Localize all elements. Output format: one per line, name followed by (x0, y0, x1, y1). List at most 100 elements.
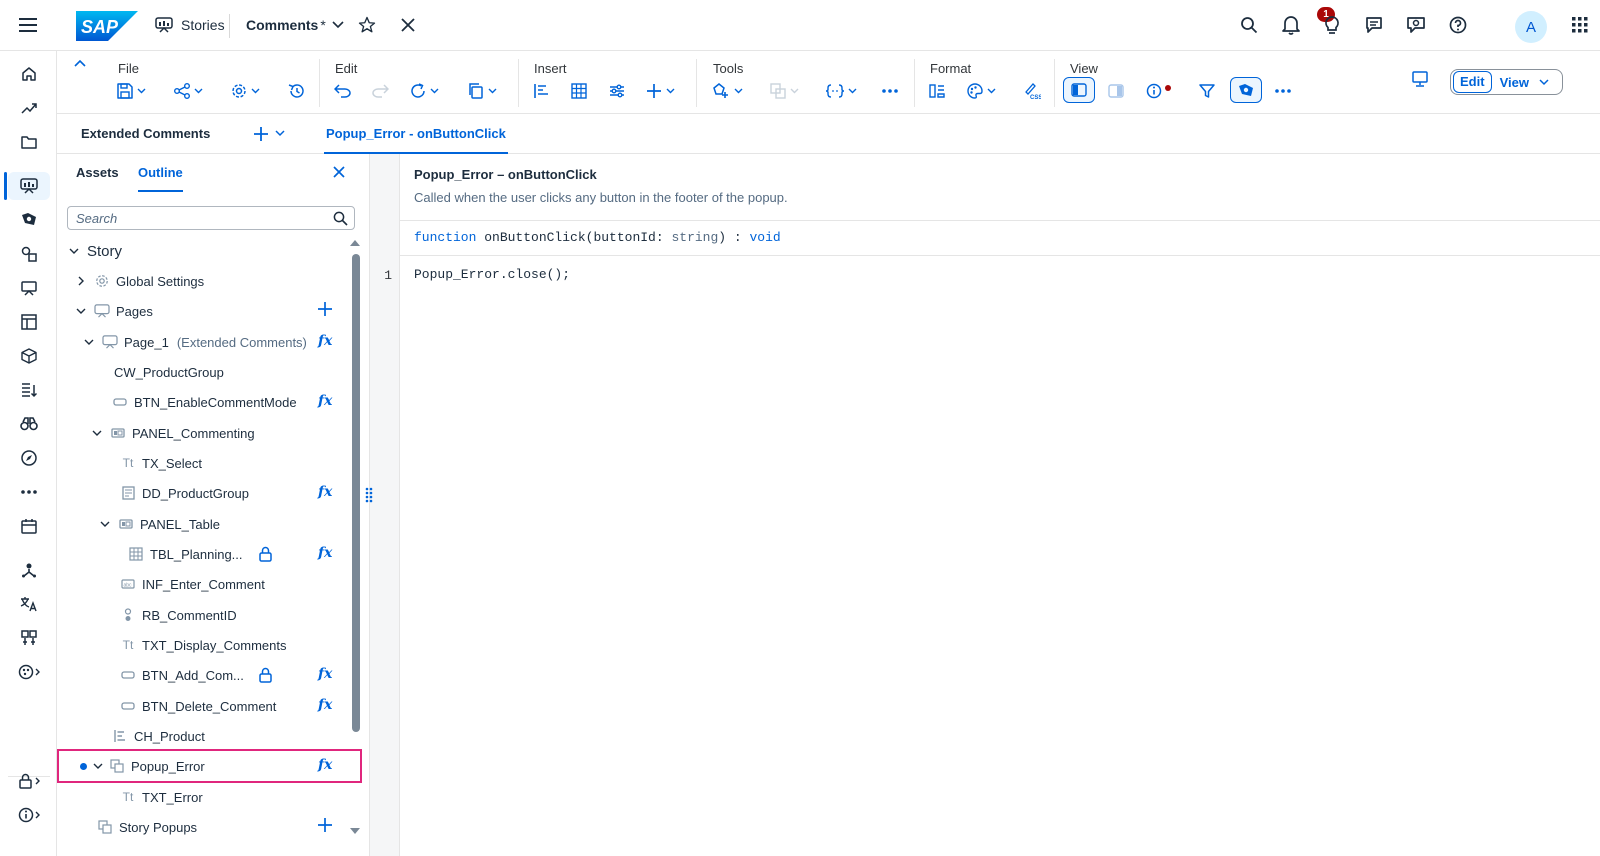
chevron-down-icon[interactable] (90, 430, 104, 436)
insert-chart-button[interactable] (534, 79, 550, 103)
favorite-star-icon[interactable] (352, 10, 382, 40)
pages-chevron-down-icon[interactable] (275, 130, 285, 137)
folder-icon[interactable] (14, 127, 44, 157)
version-history-button[interactable] (288, 79, 305, 103)
chevron-down-icon[interactable] (67, 248, 81, 254)
tree-item-txt-error[interactable]: Tt TXT_Error (57, 782, 350, 812)
tree-item-inf-enter-comment[interactable]: abc INF_Enter_Comment (57, 569, 350, 599)
transport-icon[interactable] (14, 623, 44, 653)
scroll-up-arrow-icon[interactable] (350, 240, 360, 246)
outline-scrollbar-thumb[interactable] (352, 254, 360, 732)
scripting-variable-button[interactable] (826, 79, 857, 103)
tree-item-dd-productgroup[interactable]: DD_ProductGroup fx (57, 478, 350, 508)
stories-nav-icon[interactable] (14, 171, 44, 201)
chevron-right-icon[interactable] (74, 276, 88, 286)
undo-button[interactable] (334, 79, 351, 103)
edit-mode-button[interactable]: Edit (1453, 71, 1492, 93)
script-fx-icon[interactable]: fx (318, 393, 332, 409)
tree-item-btn-enablecommentmode[interactable]: BTN_EnableCommentMode fx (57, 387, 350, 417)
tree-item-btn-delete-comment[interactable]: BTN_Delete_Comment fx (57, 691, 350, 721)
tree-item-global-settings[interactable]: Global Settings (57, 266, 350, 296)
script-fx-icon[interactable]: fx (318, 333, 332, 349)
collapse-toolbar-chevron-up-icon[interactable] (74, 59, 86, 67)
script-fx-icon[interactable]: fx (318, 545, 332, 561)
translate-icon[interactable] (14, 589, 44, 619)
analytic-application-icon[interactable] (14, 204, 44, 234)
tree-item-pages[interactable]: Pages (57, 296, 350, 326)
tree-item-tx-select[interactable]: Tt TX_Select (57, 448, 350, 478)
feedback-icon[interactable] (1401, 10, 1431, 40)
scripting-toggle-button[interactable] (1230, 77, 1262, 103)
palette-expand-icon[interactable] (14, 657, 44, 687)
tree-item-tbl-planning[interactable]: TBL_Planning... fx (57, 539, 350, 569)
right-panel-toggle-button[interactable] (1108, 79, 1124, 103)
chevron-down-icon[interactable] (74, 308, 88, 314)
filter-button[interactable] (1199, 79, 1215, 103)
view-more-button[interactable] (1275, 79, 1291, 103)
sap-logo[interactable]: SAP (76, 11, 138, 41)
model-cube-icon[interactable] (14, 341, 44, 371)
save-menu-button[interactable] (117, 79, 146, 103)
document-title-menu[interactable]: Comments * (246, 17, 344, 33)
css-editor-button[interactable]: CSS (1023, 79, 1041, 103)
add-data-tools-button[interactable] (712, 79, 743, 103)
insert-add-menu-button[interactable] (646, 79, 675, 103)
script-fx-icon[interactable]: fx (318, 484, 332, 500)
notifications-bell-icon[interactable] (1276, 10, 1306, 40)
layout-format-button[interactable] (929, 79, 945, 103)
security-lock-icon[interactable] (14, 766, 44, 796)
tree-item-txt-display-comments[interactable]: Tt TXT_Display_Comments (57, 630, 350, 660)
lock-icon[interactable] (259, 546, 272, 562)
insert-table-button[interactable] (571, 79, 587, 103)
presentation-icon[interactable] (14, 273, 44, 303)
stories-link[interactable]: Stories (155, 17, 225, 33)
tree-item-btn-add-comment[interactable]: BTN_Add_Com... fx (57, 660, 350, 690)
tab-outline[interactable]: Outline (138, 165, 183, 192)
data-import-icon[interactable] (14, 375, 44, 405)
info-expand-icon[interactable] (14, 800, 44, 830)
copy-to-button[interactable] (770, 79, 799, 103)
view-mode-button[interactable]: View (1492, 75, 1555, 90)
settings-menu-button[interactable] (231, 79, 260, 103)
outline-search-input[interactable] (68, 207, 328, 230)
help-icon[interactable] (1443, 10, 1473, 40)
chevron-down-icon[interactable] (98, 521, 112, 527)
tree-item-panel-commenting[interactable]: PANEL_Commenting (57, 418, 350, 448)
product-switch-grid-icon[interactable] (1565, 10, 1595, 40)
script-fx-icon[interactable]: fx (318, 697, 332, 713)
tree-item-story-popups[interactable]: Story Popups (57, 812, 350, 842)
add-page-plus-icon[interactable] (254, 127, 268, 141)
chevron-down-icon[interactable] (82, 339, 96, 345)
tree-item-panel-table[interactable]: PANEL_Table (57, 509, 350, 539)
more-horizontal-icon[interactable] (14, 477, 44, 507)
share-menu-button[interactable] (174, 79, 203, 103)
home-icon[interactable] (14, 59, 44, 89)
info-panel-button[interactable] (1146, 79, 1172, 103)
lock-icon[interactable] (259, 667, 272, 683)
insert-input-control-button[interactable] (609, 79, 625, 103)
tab-assets[interactable]: Assets (76, 165, 119, 180)
add-popup-plus-icon[interactable] (318, 818, 332, 832)
close-panel-icon[interactable] (333, 166, 345, 178)
tab-popup-error-onbuttonclick[interactable]: Popup_Error - onButtonClick (324, 114, 508, 154)
left-panel-toggle-button[interactable] (1063, 77, 1095, 103)
splitter-grip-icon[interactable] (365, 487, 373, 503)
compass-icon[interactable] (14, 443, 44, 473)
tree-item-ch-product[interactable]: CH_Product (57, 721, 350, 751)
hamburger-menu-icon[interactable] (13, 10, 43, 40)
device-preview-monitor-icon[interactable] (1412, 71, 1428, 87)
user-avatar[interactable]: A (1515, 11, 1547, 43)
copy-menu-button[interactable] (468, 79, 497, 103)
lightbulb-ideas-icon[interactable] (1317, 10, 1347, 40)
close-document-icon[interactable] (393, 10, 423, 40)
add-page-plus-icon[interactable] (318, 302, 332, 316)
tree-item-story[interactable]: Story (57, 236, 350, 266)
data-shapes-icon[interactable] (14, 239, 44, 269)
refresh-menu-button[interactable] (410, 79, 439, 103)
tree-item-rb-commentid[interactable]: RB_CommentID (57, 600, 350, 630)
trend-chart-icon[interactable] (14, 93, 44, 123)
tools-more-button[interactable] (882, 79, 898, 103)
dataset-icon[interactable] (14, 307, 44, 337)
code-line[interactable]: Popup_Error.close(); (414, 267, 570, 282)
tree-item-cw-productgroup[interactable]: CW_ProductGroup (57, 357, 350, 387)
